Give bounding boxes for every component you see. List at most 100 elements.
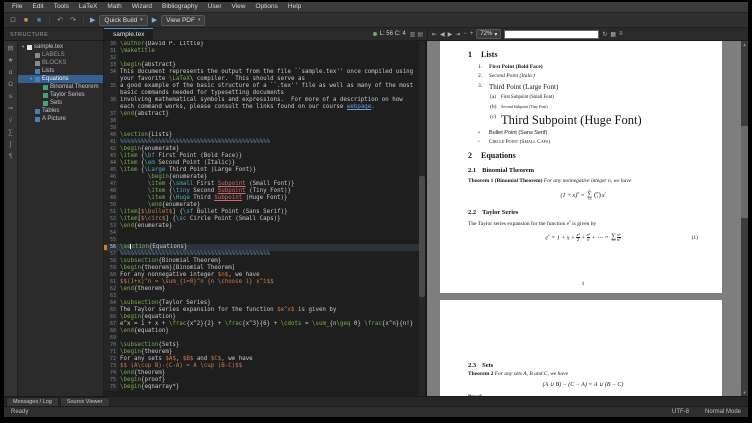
next-page-icon[interactable]: ▶ (448, 31, 453, 38)
code-line[interactable]: 55 (104, 237, 425, 244)
code-line[interactable]: 72For any sets $A$, $B$ and $C$, we have (104, 356, 425, 363)
code-line[interactable]: 64\subsection{Taylor Series} (104, 300, 425, 307)
code-line[interactable]: 44\item {\em Second Point (Italic)} (104, 160, 425, 167)
view-pdf-dropdown[interactable]: View PDF ▾ (161, 15, 205, 26)
code-line[interactable]: 38 (104, 118, 425, 125)
structure-item-labels[interactable]: LABELS (18, 51, 103, 59)
refresh-icon[interactable]: ↻ (602, 31, 607, 38)
tab-sample-tex[interactable]: sample.tex (104, 28, 153, 41)
structure-item-a-picture[interactable]: A Picture (18, 115, 103, 123)
structure-item-blocks[interactable]: BLOCKS (18, 59, 103, 67)
menu-help[interactable]: Help (283, 2, 306, 12)
code-line[interactable]: 61$$(1+x)^n = \sum_{i=0}^n {n \choose i}… (104, 279, 425, 286)
pdf-viewer[interactable]: 1Lists1.First Point (Bold Face)2.Second … (427, 41, 748, 396)
pdf-scrollbar[interactable]: ▲ ▼ (741, 41, 748, 396)
menu-bibliography[interactable]: Bibliography (157, 2, 203, 12)
zoom-dropdown[interactable]: 72% ▾ (476, 29, 501, 39)
arrows-icon[interactable]: ⇒ (5, 104, 16, 113)
menu-math[interactable]: Math (102, 2, 126, 12)
fit-page-icon[interactable]: ▦ (610, 31, 616, 38)
run-quick-build-icon[interactable]: ▶ (89, 16, 96, 24)
greek-lowercase-icon[interactable]: α (5, 68, 16, 77)
editor-scrollbar[interactable] (419, 41, 425, 396)
menu-latex[interactable]: LaTeX (74, 2, 102, 12)
menu-tools[interactable]: Tools (49, 2, 74, 12)
code-line[interactable]: 74\end{theorem} (104, 370, 425, 377)
zoom-in-icon[interactable]: + (470, 31, 474, 38)
scroll-up-icon[interactable]: ▲ (741, 41, 748, 48)
code-line[interactable]: 40\section{Lists} (104, 132, 425, 139)
code-line[interactable]: 46 \begin{enumerate} (104, 174, 425, 181)
code-editor[interactable]: 30\author{David P. Little}31\maketitle32… (104, 41, 425, 396)
text-symbols-icon[interactable]: ¶ (5, 152, 16, 161)
code-line[interactable]: 62\end{theorem} (104, 286, 425, 293)
code-line[interactable]: 30\author{David P. Little} (104, 41, 425, 48)
menu-edit[interactable]: Edit (27, 2, 48, 12)
full-view-icon[interactable]: ▤ (416, 31, 424, 38)
code-line[interactable]: 49 \item {\Huge Third Subpoint (Huge Fon… (104, 195, 425, 202)
save-icon[interactable]: ■ (34, 15, 44, 26)
code-line[interactable]: 69 (104, 335, 425, 342)
code-line[interactable]: 59\begin{theorem}[Binomial Theorem] (104, 265, 425, 272)
structure-item-taylor-series[interactable]: Taylor Series (18, 91, 103, 99)
code-line[interactable]: 71\begin{theorem} (104, 349, 425, 356)
structure-item-binomial-theorem[interactable]: Binomial Theorem (18, 83, 103, 91)
misc-math-icon[interactable]: √ (5, 116, 16, 125)
greek-uppercase-icon[interactable]: Ω (5, 80, 16, 89)
menu-options[interactable]: Options (251, 2, 283, 12)
code-line[interactable]: 57%%%%%%%%%%%%%%%%%%%%%%%%%%%%%%%%%%%%%%… (104, 251, 425, 258)
code-line[interactable]: 76\begin{eqnarray*} (104, 384, 425, 391)
structure-item-tables[interactable]: Tables (18, 107, 103, 115)
run-view-pdf-icon[interactable]: ▶ (151, 16, 158, 24)
structure-item-equations[interactable]: ▾Equations (18, 75, 103, 83)
code-line[interactable]: 32 (104, 55, 425, 62)
pdf-scrollbar-thumb[interactable] (741, 126, 748, 218)
new-file-icon[interactable]: □ (8, 15, 18, 26)
code-line[interactable]: 47 \item {\small First Subpoint (Small F… (104, 181, 425, 188)
sum-symbols-icon[interactable]: ∑ (5, 128, 16, 137)
code-line[interactable]: 66\begin{equation} (104, 314, 425, 321)
code-line[interactable]: 63 (104, 293, 425, 300)
previous-page-icon[interactable]: ◀ (440, 31, 445, 38)
code-line[interactable]: 60For any nonnegative integer $n$, we ha… (104, 272, 425, 279)
code-line[interactable]: 36involving mathematical symbols and exp… (104, 97, 425, 111)
structure-item-sample-tex[interactable]: ▾sample.tex (18, 43, 103, 51)
code-line[interactable]: 54 (104, 230, 425, 237)
code-line[interactable]: 48 \item {\tiny Second Subpoint (Tiny Fo… (104, 188, 425, 195)
zoom-out-icon[interactable]: − (463, 31, 467, 38)
code-line[interactable]: 67e^x = 1 + x + \frac{x^2}{2} + \frac{x^… (104, 321, 425, 328)
structure-item-lists[interactable]: Lists (18, 67, 103, 75)
code-line[interactable]: 31\maketitle (104, 48, 425, 55)
menu-view[interactable]: View (227, 2, 251, 12)
pdf-menu-icon[interactable]: ≡ (619, 31, 623, 38)
code-line[interactable]: 58\subsection{Binomial Theorem} (104, 258, 425, 265)
menu-user[interactable]: User (203, 2, 227, 12)
code-line[interactable]: 43\item {\bf First Point (Bold Face)} (104, 153, 425, 160)
integral-symbols-icon[interactable]: ∫ (5, 140, 16, 149)
editor-scrollbar-thumb[interactable] (419, 176, 425, 297)
code-line[interactable]: 37\end{abstract} (104, 111, 425, 118)
scroll-down-icon[interactable]: ▼ (741, 389, 748, 396)
relations-icon[interactable]: ≤ (5, 92, 16, 101)
code-line[interactable]: 33\begin{abstract} (104, 62, 425, 69)
undo-icon[interactable]: ↶ (55, 15, 65, 26)
code-line[interactable]: 39 (104, 125, 425, 132)
code-line[interactable]: 56\section{Equations} (104, 244, 425, 251)
structure-item-sets[interactable]: Sets (18, 99, 103, 107)
structure-panel-icon[interactable]: ▤ (5, 44, 16, 53)
code-line[interactable]: 45\item {\Large Third Point (Large Font)… (104, 167, 425, 174)
code-line[interactable]: 75\begin{proof} (104, 377, 425, 384)
code-line[interactable]: 53\end{enumerate} (104, 223, 425, 230)
code-line[interactable]: 50 \end{enumerate} (104, 202, 425, 209)
menu-file[interactable]: File (7, 2, 27, 12)
bookmarks-icon[interactable]: ★ (5, 56, 16, 65)
code-line[interactable]: 41%%%%%%%%%%%%%%%%%%%%%%%%%%%%%%%%%%%%%%… (104, 139, 425, 146)
bottom-tab-messages-log[interactable]: Messages / Log (6, 397, 59, 406)
split-view-icon[interactable]: ▥ (409, 31, 417, 38)
pdf-search-input[interactable] (504, 30, 599, 39)
first-page-icon[interactable]: ⇤ (432, 31, 437, 38)
code-line[interactable]: 70\subsection{Sets} (104, 342, 425, 349)
redo-icon[interactable]: ↷ (68, 15, 78, 26)
last-page-icon[interactable]: ⇥ (455, 31, 460, 38)
code-line[interactable]: 52\item[$\circ$] {\sc Circle Point (Smal… (104, 216, 425, 223)
